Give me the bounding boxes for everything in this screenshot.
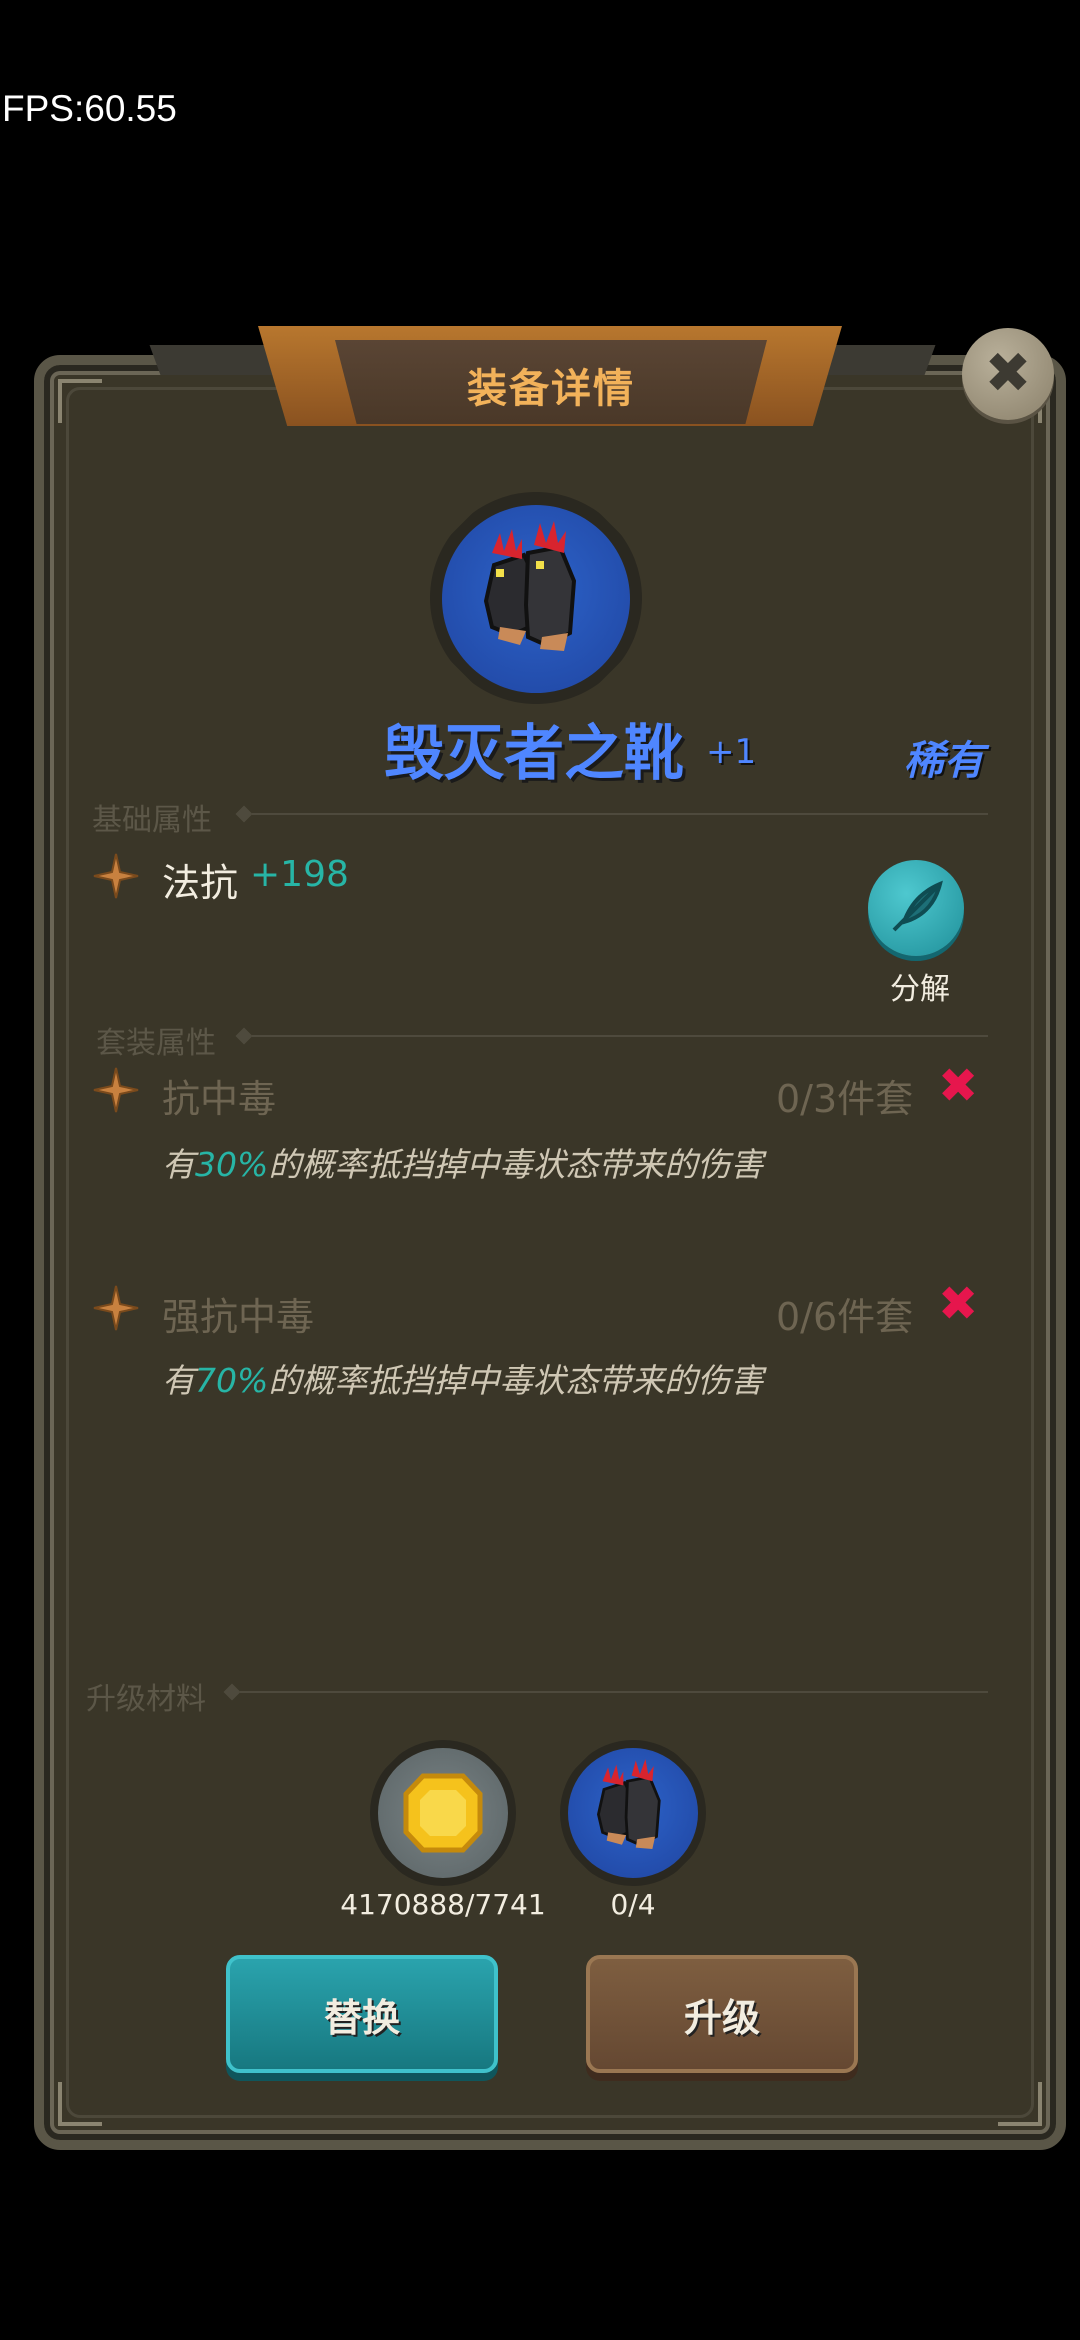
star-icon [93,1285,139,1331]
set-attributes-heading: 套装属性 [96,1026,216,1061]
boots-icon [597,1759,661,1849]
set-count: 0/3件套 [776,1077,914,1121]
item-rarity: 稀有 [904,738,984,784]
material-boots[interactable] [568,1748,698,1878]
upgrade-button[interactable]: 升级 [586,1955,858,2073]
material-count: 4170888/7741 [340,1888,546,1921]
close-button[interactable]: ✖ [962,328,1054,420]
item-icon [442,505,630,693]
decompose-button[interactable] [868,860,964,956]
material-gold[interactable] [378,1748,508,1878]
item-name: 毁灭者之靴 [384,719,684,789]
boots-icon [483,521,577,651]
set-count: 0/6件套 [776,1295,914,1339]
replace-button[interactable]: 替换 [226,1955,498,2073]
set-name: 强抗中毒 [162,1295,315,1339]
feather-icon [892,880,943,932]
decompose-label: 分解 [890,972,950,1007]
set-description: 有70%的概率抵挡掉中毒状态带来的伤害 [162,1361,764,1400]
set-description: 有30%的概率抵挡掉中毒状态带来的伤害 [162,1145,764,1184]
dialog-title: 装备详情 [467,366,635,412]
stat-value: +198 [250,854,349,895]
stat-name: 法抗 [162,861,239,905]
x-icon: ✖ [938,1058,979,1114]
fps-counter: FPS:60.55 [2,88,177,129]
item-level: +1 [706,732,757,772]
gold-coin-icon [403,1773,483,1853]
star-icon [93,1067,139,1113]
close-icon: ✖ [984,341,1032,406]
material-count: 0/4 [610,1888,656,1921]
x-icon: ✖ [938,1276,979,1332]
base-attributes-heading: 基础属性 [92,803,212,838]
set-name: 抗中毒 [162,1077,277,1121]
star-icon [93,853,139,899]
upgrade-materials-heading: 升级材料 [86,1682,206,1717]
